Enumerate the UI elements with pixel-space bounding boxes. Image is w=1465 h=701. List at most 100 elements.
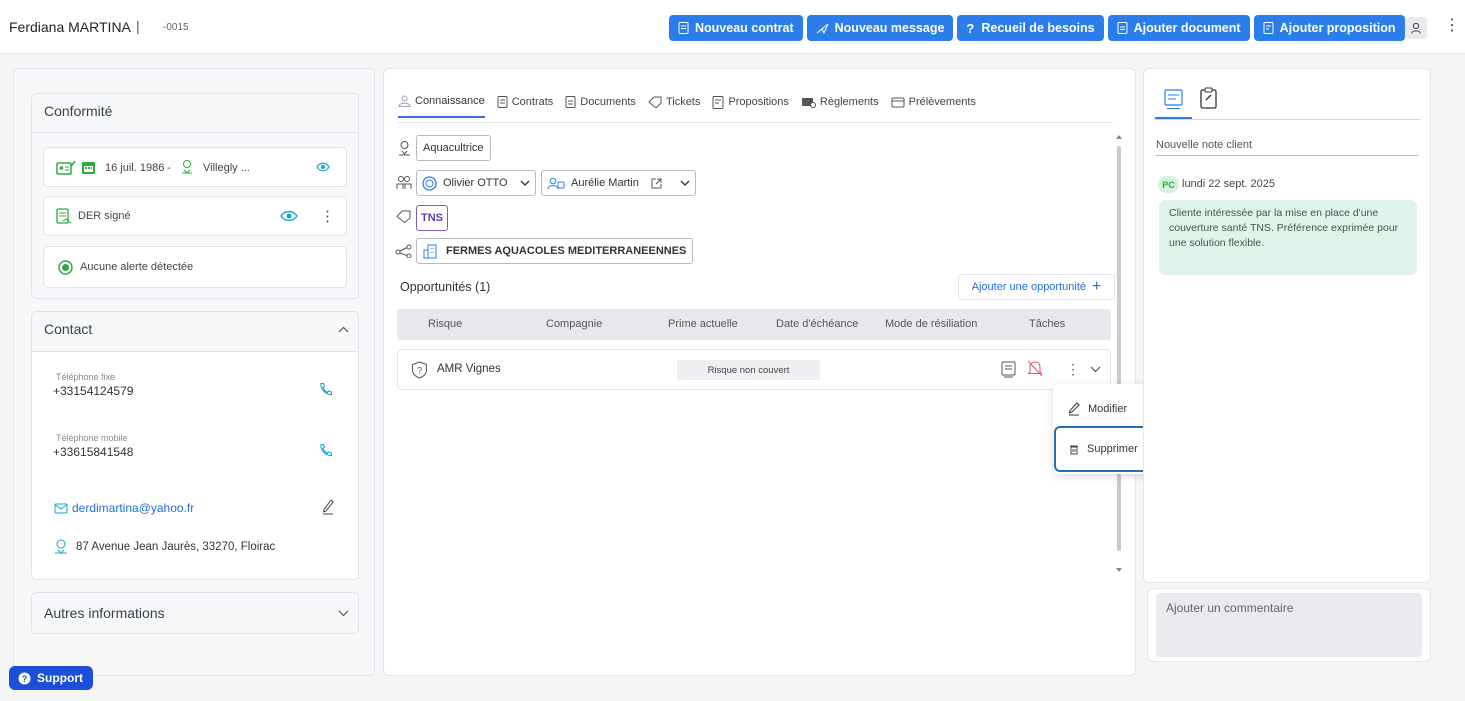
add-document-button[interactable]: Ajouter document bbox=[1107, 15, 1250, 41]
phone-icon[interactable] bbox=[319, 443, 333, 457]
external-link-icon[interactable] bbox=[651, 178, 662, 189]
user-profile-button[interactable] bbox=[1405, 17, 1427, 39]
more-options-icon[interactable]: ⋮ bbox=[1444, 18, 1460, 34]
new-message-button[interactable]: Nouveau message bbox=[806, 15, 954, 41]
status-ok-icon bbox=[58, 260, 73, 275]
new-note-input[interactable]: Nouvelle note client bbox=[1156, 139, 1419, 156]
note-date: lundi 22 sept. 2025 bbox=[1182, 178, 1275, 190]
add-document-label: Ajouter document bbox=[1133, 21, 1241, 35]
chevron-up-icon[interactable] bbox=[338, 326, 349, 333]
mobile-phone-value: +33615841548 bbox=[53, 445, 134, 459]
comment-placeholder: Ajouter un commentaire bbox=[1166, 601, 1294, 615]
risk-status: Risque non couvert bbox=[707, 364, 790, 376]
advisor-select[interactable]: Olivier OTTO bbox=[416, 170, 536, 196]
note-message: Cliente intéressée par la mise en place … bbox=[1159, 200, 1417, 275]
svg-text:?: ? bbox=[417, 366, 422, 376]
tab-divider bbox=[1155, 119, 1420, 120]
note-text: Cliente intéressée par la mise en place … bbox=[1169, 207, 1399, 249]
row-more-icon[interactable]: ⋮ bbox=[1066, 361, 1080, 378]
person-icon bbox=[398, 95, 411, 107]
people-icon bbox=[547, 177, 565, 189]
contact-title: Contact bbox=[44, 321, 93, 337]
bell-off-icon[interactable] bbox=[1027, 360, 1043, 377]
detail-tabs: Connaissance Contrats Documents Tickets … bbox=[398, 95, 976, 118]
scroll-down-icon[interactable] bbox=[1115, 567, 1123, 573]
table-row[interactable]: ? AMR Vignes Risque non couvert ⋮ bbox=[397, 349, 1111, 390]
contract-icon bbox=[678, 22, 689, 34]
tag-icon bbox=[396, 210, 411, 223]
delete-label: Supprimer bbox=[1087, 443, 1138, 455]
chevron-down-icon[interactable] bbox=[338, 610, 349, 617]
tab-tickets[interactable]: Tickets bbox=[648, 95, 700, 118]
new-contract-button[interactable]: Nouveau contrat bbox=[669, 15, 803, 41]
tab-connaissance[interactable]: Connaissance bbox=[398, 95, 485, 118]
calendar-icon bbox=[82, 162, 95, 174]
opportunities-title: Opportunités (1) bbox=[400, 280, 491, 294]
document-icon bbox=[1117, 22, 1128, 34]
scroll-up-icon[interactable] bbox=[1115, 134, 1123, 140]
manager-select[interactable]: Aurélie Martin bbox=[541, 170, 696, 196]
der-more-icon[interactable]: ⋮ bbox=[320, 207, 335, 225]
der-card: DER signé ⋮ bbox=[43, 196, 347, 236]
status-badge: Risque non couvert bbox=[677, 360, 820, 380]
tab-prelevements[interactable]: Prélèvements bbox=[891, 95, 976, 118]
opportunities-table-header: Risque Compagnie Prime actuelle Date d'é… bbox=[397, 309, 1111, 340]
tab-label: Tickets bbox=[665, 96, 701, 108]
alert-text: Aucune alerte détectée bbox=[80, 261, 194, 273]
support-label: Support bbox=[37, 671, 83, 685]
question-icon: ? bbox=[966, 20, 975, 36]
client-name: Ferdiana MARTINA bbox=[9, 19, 131, 35]
delete-menu-item[interactable]: Supprimer bbox=[1054, 426, 1154, 472]
edit-pencil-icon[interactable] bbox=[322, 499, 334, 515]
building-icon bbox=[423, 244, 437, 258]
eye-icon[interactable] bbox=[316, 162, 330, 172]
other-info-section[interactable]: Autres informations bbox=[31, 592, 359, 634]
tab-documents[interactable]: Documents bbox=[565, 95, 636, 118]
scrollbar-thumb[interactable] bbox=[1117, 146, 1121, 551]
support-button[interactable]: ? Support bbox=[9, 666, 93, 690]
tab-propositions[interactable]: Propositions bbox=[712, 95, 789, 118]
top-bar: Ferdiana MARTINA | -0015 Nouveau contrat… bbox=[0, 0, 1465, 54]
add-opportunity-button[interactable]: Ajouter une opportunité + bbox=[958, 274, 1115, 300]
tab-reglements[interactable]: Règlements bbox=[801, 95, 879, 118]
column-header: Prime actuelle bbox=[668, 318, 738, 330]
profession-text: Aquacultrice bbox=[423, 142, 484, 154]
note-icon[interactable] bbox=[1001, 361, 1016, 378]
other-info-title: Autres informations bbox=[44, 605, 165, 621]
id-card-icon bbox=[56, 160, 76, 175]
compliance-title: Conformité bbox=[44, 103, 113, 119]
contact-header[interactable]: Contact bbox=[32, 312, 358, 352]
tabs-divider bbox=[398, 122, 1113, 123]
column-header: Risque bbox=[428, 318, 463, 330]
edit-menu-item[interactable]: Modifier bbox=[1053, 391, 1154, 427]
contact-section: Contact Téléphone fixe +33154124579 Télé… bbox=[31, 311, 359, 580]
help-icon: ? bbox=[18, 672, 31, 684]
needs-survey-button[interactable]: ? Recueil de besoins bbox=[957, 15, 1104, 41]
column-header: Tâches bbox=[1029, 318, 1066, 330]
alert-card: Aucune alerte détectée bbox=[43, 246, 347, 288]
notes-panel: Nouvelle note client PC lundi 22 sept. 2… bbox=[1143, 68, 1431, 583]
birth-separator: - bbox=[167, 162, 171, 174]
identity-card: 16 juil. 1986 - Villegly ... bbox=[43, 147, 347, 187]
client-separator: | bbox=[136, 18, 140, 34]
der-status: DER signé bbox=[78, 210, 131, 222]
proposal-icon bbox=[1263, 22, 1274, 34]
eye-icon[interactable] bbox=[280, 210, 298, 222]
card-icon bbox=[891, 97, 905, 107]
chevron-down-icon[interactable] bbox=[1090, 366, 1101, 373]
fixed-phone-label: Téléphone fixe bbox=[56, 372, 116, 382]
clipboard-task-icon[interactable] bbox=[1200, 87, 1217, 109]
tab-label: Propositions bbox=[728, 96, 789, 108]
add-proposal-button[interactable]: Ajouter proposition bbox=[1253, 15, 1405, 41]
network-icon bbox=[395, 244, 412, 258]
phone-icon[interactable] bbox=[319, 382, 333, 396]
advisor-name: Olivier OTTO bbox=[443, 177, 508, 189]
tab-contrats[interactable]: Contrats bbox=[497, 95, 553, 118]
tag-icon bbox=[648, 96, 662, 108]
comment-input[interactable]: Ajouter un commentaire bbox=[1156, 593, 1422, 657]
email-link[interactable]: derdimartina@yahoo.fr bbox=[72, 501, 194, 515]
birth-place: Villegly ... bbox=[203, 162, 250, 174]
notes-tab-icon[interactable] bbox=[1164, 89, 1183, 110]
company-chip[interactable]: FERMES AQUACOLES MEDITERRANEENNES bbox=[416, 238, 694, 264]
divider bbox=[32, 132, 358, 133]
